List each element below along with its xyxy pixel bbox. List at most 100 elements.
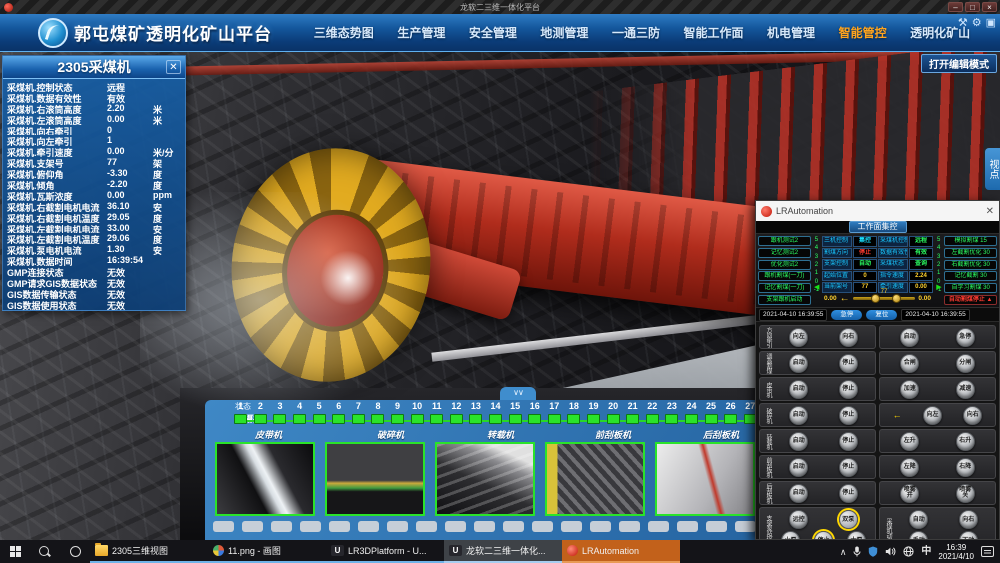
round-control-button[interactable]: 向右 xyxy=(963,406,982,425)
channel-status-square[interactable] xyxy=(450,414,463,424)
filmstrip-chip[interactable] xyxy=(387,521,408,532)
round-control-button[interactable]: 启动 xyxy=(789,458,808,477)
channel-status-square[interactable] xyxy=(724,414,737,424)
round-control-button[interactable]: 停止 xyxy=(839,432,858,451)
filmstrip-chip[interactable] xyxy=(474,521,495,532)
close-button[interactable]: × xyxy=(982,2,997,12)
round-control-button[interactable]: 合闸 xyxy=(900,354,919,373)
nav-item[interactable]: 生产管理 xyxy=(397,24,445,41)
filmstrip-chip[interactable] xyxy=(706,521,727,532)
filmstrip-chip[interactable] xyxy=(242,521,263,532)
round-control-button[interactable]: 停止 xyxy=(839,406,858,425)
round-control-button[interactable]: 向右 xyxy=(959,510,978,529)
estop-pill-button[interactable]: 急停 xyxy=(831,310,862,320)
lrautomation-close-icon[interactable]: ✕ xyxy=(986,206,994,217)
minimize-button[interactable]: – xyxy=(948,2,963,12)
round-control-button[interactable]: 急停 xyxy=(956,328,975,347)
round-control-button[interactable]: 左降 xyxy=(900,458,919,477)
channel-status-square[interactable] xyxy=(411,414,424,424)
console-button[interactable]: 左截割优化 30 xyxy=(944,248,997,258)
channel-status-square[interactable] xyxy=(332,414,345,424)
console-button[interactable]: 优化测试2 xyxy=(758,260,811,270)
channel-status-square[interactable] xyxy=(509,414,522,424)
defender-shield-icon[interactable] xyxy=(868,546,878,557)
slider-track[interactable]: 77 xyxy=(853,297,916,300)
round-control-button[interactable]: 右升 xyxy=(956,432,975,451)
console-button[interactable]: 跟机割煤(一刀) xyxy=(758,271,811,281)
filmstrip-chip[interactable] xyxy=(735,521,756,532)
taskbar-app[interactable]: ULR3DPlatform - U... xyxy=(326,540,444,563)
filmstrip-chip[interactable] xyxy=(561,521,582,532)
filmstrip-chip[interactable] xyxy=(590,521,611,532)
camera-thumb[interactable] xyxy=(655,442,755,516)
taskbar-app[interactable]: 11.png - 画图 xyxy=(208,540,326,563)
cortana-button[interactable] xyxy=(60,540,90,563)
console-button[interactable]: 记忆割煤(一刀) xyxy=(758,283,811,293)
taskbar-search-button[interactable] xyxy=(30,540,60,563)
channel-status-square[interactable] xyxy=(607,414,620,424)
channel-status-square[interactable] xyxy=(430,414,443,424)
camera-thumb[interactable] xyxy=(325,442,425,516)
channel-status-square[interactable] xyxy=(528,414,541,424)
lrautomation-titlebar[interactable]: LRAutomation ✕ xyxy=(756,201,999,221)
reset-pill-button[interactable]: 复位 xyxy=(866,310,897,320)
filmstrip-chip[interactable] xyxy=(677,521,698,532)
filmstrip-chip[interactable] xyxy=(532,521,553,532)
channel-status-square[interactable] xyxy=(371,414,384,424)
window-icon[interactable]: ▣ xyxy=(986,16,996,29)
round-control-button[interactable]: 启动 xyxy=(789,380,808,399)
round-control-button[interactable]: 远控 xyxy=(789,510,808,529)
round-control-button[interactable]: 大泵 xyxy=(847,531,866,539)
gear-icon[interactable]: ⚙ xyxy=(972,16,982,29)
round-control-button[interactable]: 小泵 xyxy=(781,531,800,539)
round-control-button[interactable]: 停止 xyxy=(839,458,858,477)
nav-item[interactable]: 一通三防 xyxy=(612,24,660,41)
filmstrip-chip[interactable] xyxy=(416,521,437,532)
round-control-button[interactable]: 停止 xyxy=(814,531,833,539)
channel-status-square[interactable] xyxy=(273,414,286,424)
channel-status-square[interactable] xyxy=(705,414,718,424)
speaker-icon[interactable] xyxy=(885,546,896,557)
action-center-icon[interactable] xyxy=(981,546,994,557)
taskbar-app[interactable]: 2305三维视图 xyxy=(90,540,208,563)
filmstrip-chip[interactable] xyxy=(619,521,640,532)
workface-control-tab[interactable]: 工作面集控 xyxy=(849,221,907,233)
round-control-button[interactable]: 启动 xyxy=(789,354,808,373)
round-control-button[interactable]: 加速 xyxy=(900,380,919,399)
taskbar-app[interactable]: LRAutomation xyxy=(562,540,680,563)
console-button[interactable]: 模拟割煤 15 xyxy=(944,236,997,246)
round-control-button[interactable]: 停止 xyxy=(839,354,858,373)
start-button[interactable] xyxy=(0,540,30,563)
filmstrip-chip[interactable] xyxy=(503,521,524,532)
round-control-button[interactable]: 减速 xyxy=(956,380,975,399)
tray-chevron-icon[interactable]: ∧ xyxy=(840,547,847,557)
filmstrip-chip[interactable] xyxy=(648,521,669,532)
nav-item[interactable]: 安全管理 xyxy=(469,24,517,41)
round-control-button[interactable]: 向左 xyxy=(789,328,808,347)
round-control-button[interactable]: 启动 xyxy=(789,406,808,425)
channel-status-square[interactable] xyxy=(685,414,698,424)
round-control-button[interactable]: 右降 xyxy=(956,458,975,477)
round-control-button[interactable]: 启动 xyxy=(789,484,808,503)
channel-status-square[interactable] xyxy=(489,414,502,424)
nav-item[interactable]: 三维态势图 xyxy=(314,24,374,41)
taskbar-app[interactable]: U龙软二三维一体化... xyxy=(444,540,562,563)
round-control-button[interactable]: 启动 xyxy=(789,432,808,451)
panel-close-icon[interactable]: ✕ xyxy=(166,60,181,74)
channel-status-square[interactable] xyxy=(313,414,326,424)
channel-status-square[interactable] xyxy=(587,414,600,424)
round-control-button[interactable]: 自动 xyxy=(909,510,928,529)
channel-status-square[interactable] xyxy=(254,414,267,424)
console-button[interactable]: 跟机测试2 xyxy=(758,236,811,246)
filmstrip-chip[interactable] xyxy=(271,521,292,532)
channel-status-square[interactable] xyxy=(665,414,678,424)
nav-item[interactable]: 智能管控 xyxy=(839,24,887,41)
open-edit-mode-button[interactable]: 打开编辑模式 xyxy=(921,54,997,73)
nav-item[interactable]: 智能工作面 xyxy=(684,24,744,41)
round-control-button[interactable]: 向左 xyxy=(923,406,942,425)
filmstrip-chip[interactable] xyxy=(329,521,350,532)
tray-clock[interactable]: 16:39 2021/4/10 xyxy=(938,543,974,561)
channel-status-square[interactable] xyxy=(567,414,580,424)
console-button[interactable]: 记忆截割 30 xyxy=(944,271,997,281)
viewpoint-tab[interactable]: 视点 xyxy=(985,148,1000,190)
